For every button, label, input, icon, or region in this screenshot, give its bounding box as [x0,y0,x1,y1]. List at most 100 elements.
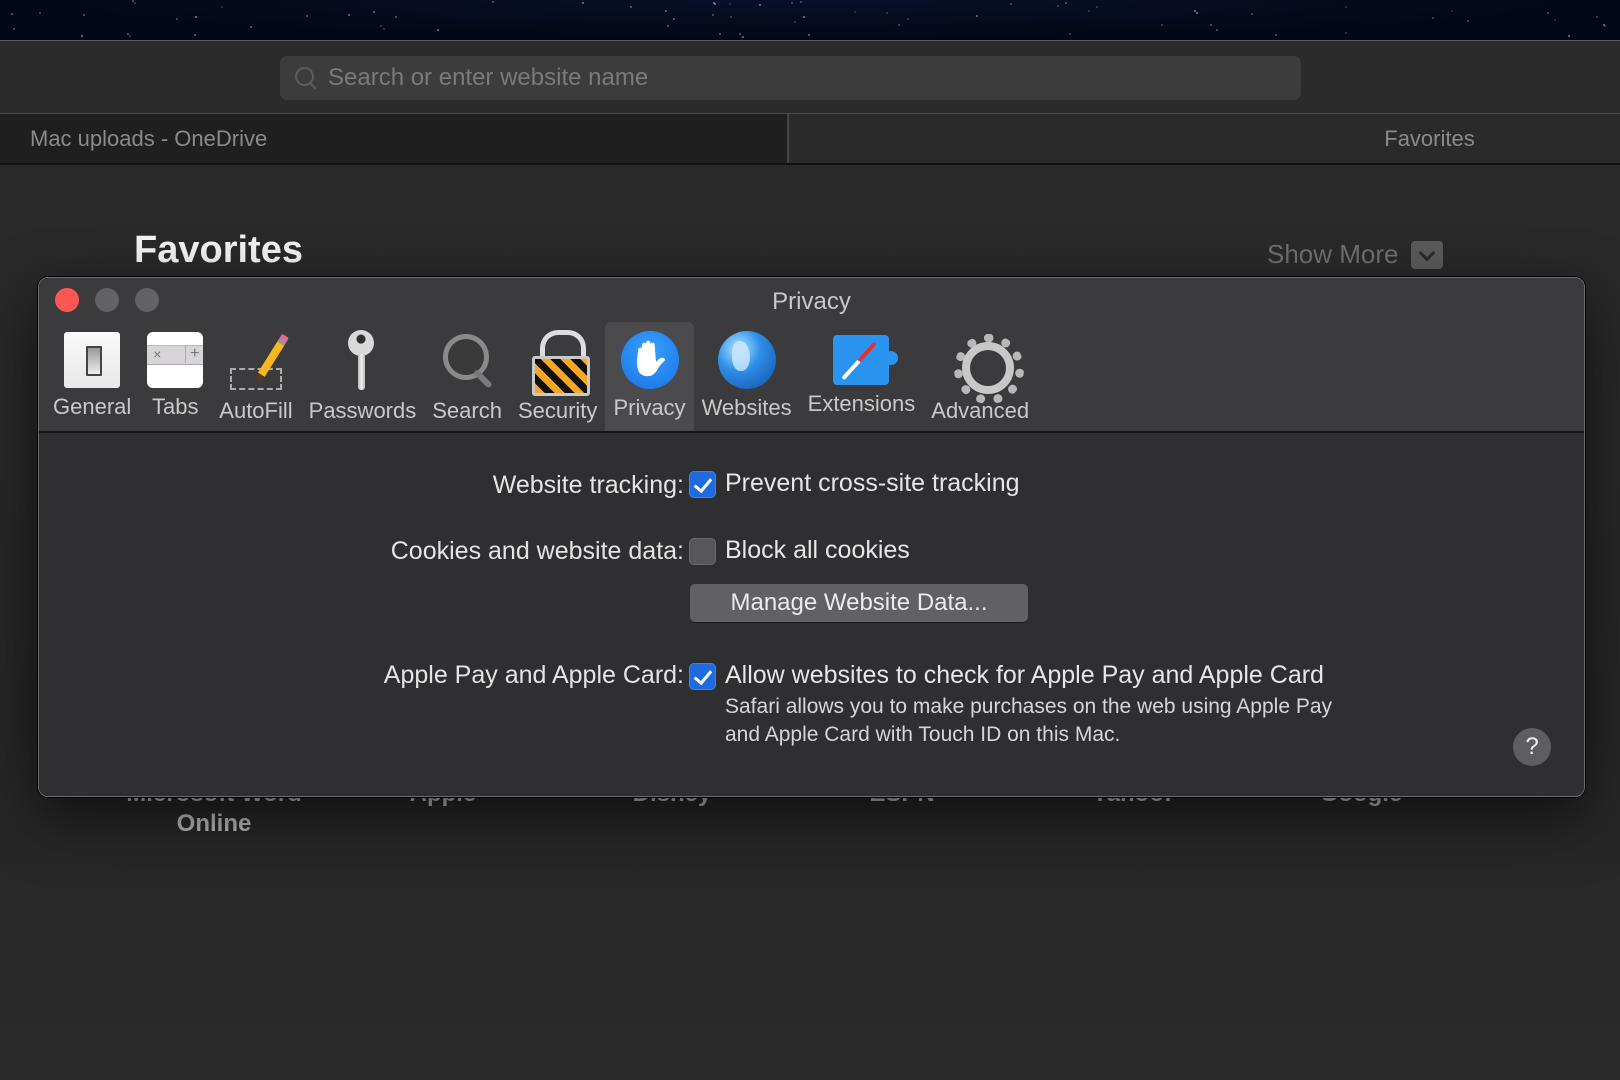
prevent-tracking-option[interactable]: Prevent cross-site tracking [725,469,1020,498]
pencil-icon [224,328,288,392]
star [1010,3,1012,5]
window-title: Privacy [772,288,851,315]
pref-tab-extensions[interactable]: Extensions [800,322,924,431]
tabs-icon [147,332,204,388]
star [1216,29,1218,31]
star [794,21,796,23]
star [250,26,252,28]
pref-tab-security[interactable]: Security [510,322,605,431]
tab-label: Mac uploads - OneDrive [30,125,268,151]
star [437,29,439,31]
star [348,14,350,16]
chevron-down-icon [1410,240,1443,269]
star [1057,5,1059,7]
padlock-icon [526,328,590,396]
apple-pay-label: Apple Pay and Apple Card: [383,661,684,689]
pref-tab-label: Privacy [613,395,686,420]
star [1196,12,1198,14]
star [1210,24,1212,26]
star [81,35,83,37]
browser-toolbar [0,40,1620,114]
key-icon [330,328,394,392]
apple-pay-option[interactable]: Allow websites to check for Apple Pay an… [725,661,1324,690]
pref-tab-search[interactable]: Search [424,322,510,431]
pref-tab-label: Security [517,398,598,423]
star [221,6,223,8]
globe-icon [717,331,776,389]
pref-tab-label: Search [432,398,502,423]
star [492,1,494,3]
star [1251,13,1253,15]
window-titlebar: Privacy General Tabs AutoFill Passwords … [39,278,1584,433]
help-button[interactable]: ? [1513,728,1551,766]
description-line: Safari allows you to make purchases on t… [725,695,1333,718]
star [898,24,900,26]
star [1596,16,1598,18]
star [719,33,721,35]
pref-tab-tabs[interactable]: Tabs [139,322,211,431]
desktop-wallpaper [0,0,1620,40]
pref-tab-label: Extensions [807,391,916,416]
browser-tab-bar: Mac uploads - OneDrive Favorites [0,114,1620,165]
show-more-button[interactable]: Show More [1267,239,1443,270]
star [808,34,810,36]
pref-tab-autofill[interactable]: AutoFill [211,322,300,431]
star [380,25,382,27]
pref-tab-label: Websites [701,395,792,420]
star [800,1,802,3]
star [673,18,675,20]
browser-tab-onedrive[interactable]: Mac uploads - OneDrive [0,114,789,163]
star [11,13,13,15]
star [1345,32,1347,34]
magnifier-icon [435,328,499,392]
pref-tab-privacy[interactable]: Privacy [605,322,694,431]
block-cookies-checkbox[interactable] [689,538,716,565]
hand-icon [620,331,679,389]
star [1451,10,1453,12]
star [1088,10,1090,12]
address-input[interactable] [328,64,1301,92]
privacy-preferences-window: Privacy General Tabs AutoFill Passwords … [38,277,1585,797]
star [739,33,741,35]
star [1069,33,1071,35]
website-tracking-label: Website tracking: [492,471,684,499]
star [730,16,732,18]
pref-tab-label: AutoFill [219,398,293,423]
block-cookies-option[interactable]: Block all cookies [725,536,910,565]
description-line: and Apple Card with Touch ID on this Mac… [725,723,1121,746]
star [134,2,136,4]
star [729,3,731,5]
star [582,2,584,4]
star [976,15,978,17]
show-more-label: Show More [1267,239,1399,269]
star [1096,6,1098,8]
star [306,15,308,17]
star [854,11,856,13]
star [373,11,375,13]
favorites-heading: Favorites [134,229,303,271]
pref-tab-advanced[interactable]: Advanced [923,322,1037,431]
browser-tab-favorites[interactable]: Favorites [789,114,1620,163]
prevent-tracking-checkbox[interactable] [689,471,716,498]
pref-tab-general[interactable]: General [45,322,139,431]
address-bar[interactable] [280,56,1301,100]
star [1345,6,1347,8]
pref-tab-websites[interactable]: Websites [694,322,800,431]
manage-website-data-button[interactable]: Manage Website Data... [690,584,1028,622]
star [1432,17,1434,19]
star [713,2,715,4]
star [13,28,15,30]
star [803,16,805,18]
star [1554,19,1556,21]
star [176,18,178,20]
star [667,25,669,27]
star [630,6,632,8]
star [1065,2,1067,4]
star [1467,20,1469,22]
star [886,12,888,14]
star [665,10,667,12]
apple-pay-checkbox[interactable] [689,663,716,690]
pref-tab-passwords[interactable]: Passwords [301,322,425,431]
search-icon [292,64,320,92]
star [195,16,197,18]
